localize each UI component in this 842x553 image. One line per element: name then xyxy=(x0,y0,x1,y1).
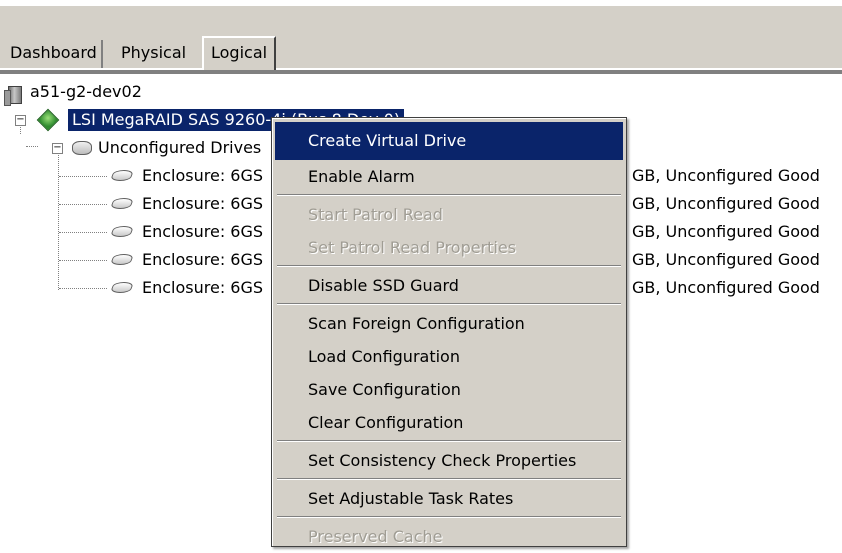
menu-separator xyxy=(277,516,621,518)
enclosure-label: Enclosure: 6GS xyxy=(142,278,264,297)
tab-dashboard[interactable]: Dashboard xyxy=(6,40,103,68)
tree-line xyxy=(59,232,107,233)
server-icon xyxy=(4,86,22,106)
drive-group-icon xyxy=(72,141,92,155)
group-label: Unconfigured Drives xyxy=(98,138,262,157)
menu-separator xyxy=(277,303,621,305)
menu-item-load-configuration[interactable]: Load Configuration xyxy=(275,340,623,373)
enclosure-label: Enclosure: 6GS xyxy=(142,166,264,185)
menu-item-save-configuration[interactable]: Save Configuration xyxy=(275,373,623,406)
enclosure-status: GB, Unconfigured Good xyxy=(632,166,820,185)
menu-item-scan-foreign-configuration[interactable]: Scan Foreign Configuration xyxy=(275,307,623,340)
tree-collapse-icon[interactable]: − xyxy=(15,115,26,126)
tree-line xyxy=(59,204,107,205)
menu-item-enable-alarm[interactable]: Enable Alarm xyxy=(275,160,623,193)
tree-node-host[interactable]: a51-g2-dev02 xyxy=(0,78,200,106)
menu-separator xyxy=(277,194,621,196)
menu-item-create-virtual-drive[interactable]: Create Virtual Drive xyxy=(275,122,623,160)
tree-node-unconfigured-drives[interactable]: − Unconfigured Drives xyxy=(0,134,280,162)
tree-line xyxy=(59,260,107,261)
menu-separator xyxy=(277,478,621,480)
host-label: a51-g2-dev02 xyxy=(30,82,142,101)
tree-line xyxy=(59,288,107,289)
enclosure-status: GB, Unconfigured Good xyxy=(632,250,820,269)
disk-icon xyxy=(109,170,135,181)
enclosure-status: GB, Unconfigured Good xyxy=(632,278,820,297)
enclosure-status: GB, Unconfigured Good xyxy=(632,222,820,241)
controller-diamond-icon xyxy=(36,108,60,132)
disk-icon xyxy=(109,282,135,293)
tree-line xyxy=(59,176,107,177)
menu-separator xyxy=(277,265,621,267)
menu-item-set-consistency-check-properties[interactable]: Set Consistency Check Properties xyxy=(275,444,623,477)
enclosure-status: GB, Unconfigured Good xyxy=(632,194,820,213)
tab-logical[interactable]: Logical xyxy=(202,36,277,70)
menu-item-clear-configuration[interactable]: Clear Configuration xyxy=(275,406,623,439)
disk-icon xyxy=(109,226,135,237)
menu-separator xyxy=(277,440,621,442)
menu-item-preserved-cache[interactable]: Preserved Cache xyxy=(275,520,623,553)
enclosure-label: Enclosure: 6GS xyxy=(142,250,264,269)
tab-physical[interactable]: Physical xyxy=(117,40,190,68)
enclosure-label: Enclosure: 6GS xyxy=(142,194,264,213)
menu-item-set-adjustable-task-rates[interactable]: Set Adjustable Task Rates xyxy=(275,482,623,515)
disk-icon xyxy=(109,198,135,209)
enclosure-label: Enclosure: 6GS xyxy=(142,222,264,241)
tree-collapse-icon[interactable]: − xyxy=(52,143,63,154)
menu-item-set-patrol-read-properties[interactable]: Set Patrol Read Properties xyxy=(275,231,623,264)
context-menu: Create Virtual Drive Enable Alarm Start … xyxy=(271,117,627,547)
menu-item-disable-ssd-guard[interactable]: Disable SSD Guard xyxy=(275,269,623,302)
menu-item-start-patrol-read[interactable]: Start Patrol Read xyxy=(275,198,623,231)
disk-icon xyxy=(109,254,135,265)
